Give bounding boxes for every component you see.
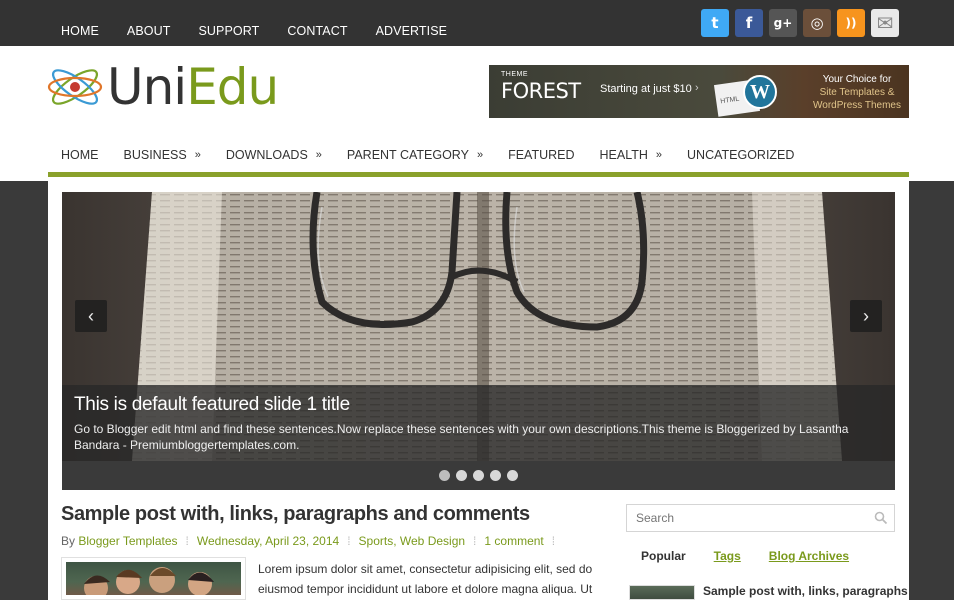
- topnav-contact[interactable]: CONTACT: [287, 24, 347, 38]
- post-thumbnail[interactable]: [61, 557, 246, 600]
- site-logo[interactable]: UniEdu: [47, 62, 279, 112]
- students-photo: [84, 567, 214, 595]
- mainnav-uncategorized[interactable]: UNCATEGORIZED: [687, 148, 794, 162]
- search-input[interactable]: [627, 505, 857, 531]
- tab-blog-archives[interactable]: Blog Archives: [769, 549, 849, 563]
- post-author-link[interactable]: Blogger Templates: [78, 534, 177, 548]
- banner-choice-line-3: WordPress Themes: [813, 100, 901, 111]
- banner-choice-text: Your Choice for Site Templates & WordPre…: [813, 73, 901, 112]
- instagram-icon[interactable]: ◎: [803, 9, 831, 37]
- mainnav-health[interactable]: HEALTH »: [600, 148, 663, 162]
- slide-caption: This is default featured slide 1 title G…: [62, 385, 895, 461]
- atom-icon: [47, 69, 103, 105]
- mainnav-label: DOWNLOADS: [225, 148, 308, 162]
- slider-pagination: [62, 461, 895, 490]
- mainnav-featured[interactable]: FEATURED: [508, 148, 574, 162]
- top-nav: HOME ABOUT SUPPORT CONTACT ADVERTISE: [61, 24, 475, 38]
- themeforest-banner[interactable]: THEME FOREST Starting at just $10 › HTML…: [489, 65, 909, 118]
- mainnav-label: HEALTH: [599, 148, 648, 162]
- chevron-right-icon: »: [655, 149, 663, 161]
- mainnav-label: PARENT CATEGORY: [346, 148, 469, 162]
- slide-title[interactable]: This is default featured slide 1 title: [74, 394, 350, 416]
- social-icons: t f g+ ◎ )) ✉: [701, 9, 899, 37]
- slider-dot[interactable]: [473, 470, 484, 481]
- banner-starting-text: Starting at just $10: [600, 83, 692, 95]
- mainnav-label: BUSINESS: [123, 148, 187, 162]
- popular-post-title[interactable]: Sample post with, links, paragraphs: [703, 584, 908, 598]
- mainnav-business[interactable]: BUSINESS »: [124, 148, 201, 162]
- meta-separator: ⁞: [185, 534, 189, 548]
- post-comments-link[interactable]: 1 comment: [484, 534, 543, 548]
- post-date-link[interactable]: Wednesday, April 23, 2014: [197, 534, 339, 548]
- site-header: UniEdu THEME FOREST Starting at just $10…: [0, 46, 954, 181]
- mainnav-downloads[interactable]: DOWNLOADS »: [226, 148, 322, 162]
- mainnav-home[interactable]: HOME: [61, 148, 99, 162]
- slider-dot[interactable]: [456, 470, 467, 481]
- topnav-advertise[interactable]: ADVERTISE: [376, 24, 448, 38]
- post-categories-link[interactable]: Sports, Web Design: [359, 534, 466, 548]
- logo-edu: Edu: [186, 58, 279, 116]
- rss-icon[interactable]: )): [837, 9, 865, 37]
- slider-dot[interactable]: [490, 470, 501, 481]
- mainnav-label: FEATURED: [508, 148, 575, 162]
- topnav-support[interactable]: SUPPORT: [198, 24, 259, 38]
- slider-next-button[interactable]: ›: [850, 300, 882, 332]
- banner-forest-label: FOREST: [501, 79, 581, 103]
- banner-theme-label: THEME: [501, 71, 528, 78]
- slider-prev-button[interactable]: ‹: [75, 300, 107, 332]
- popular-post-thumbnail[interactable]: [629, 585, 695, 600]
- search-icon[interactable]: [874, 511, 888, 525]
- post-title[interactable]: Sample post with, links, paragraphs and …: [61, 503, 530, 526]
- post-meta: By Blogger Templates ⁞ Wednesday, April …: [61, 534, 563, 548]
- mainnav-label: HOME: [61, 148, 99, 162]
- featured-slider: ‹ › This is default featured slide 1 tit…: [62, 192, 895, 490]
- facebook-icon[interactable]: f: [735, 9, 763, 37]
- top-bar: HOME ABOUT SUPPORT CONTACT ADVERTISE t f…: [0, 0, 954, 46]
- sidebar-tabs: Popular Tags Blog Archives: [641, 549, 877, 563]
- logo-uni: Uni: [107, 58, 187, 116]
- slide-description: Go to Blogger edit html and find these s…: [74, 422, 849, 452]
- chevron-right-icon: »: [194, 149, 201, 161]
- topnav-home[interactable]: HOME: [61, 24, 99, 38]
- meta-separator: ⁞: [473, 534, 477, 548]
- mainnav-label: UNCATEGORIZED: [687, 148, 795, 162]
- tab-popular[interactable]: Popular: [641, 549, 686, 563]
- meta-separator: ⁞: [347, 534, 351, 548]
- meta-separator: ⁞: [551, 534, 556, 548]
- slider-dot[interactable]: [507, 470, 518, 481]
- tab-tags[interactable]: Tags: [714, 549, 741, 563]
- twitter-icon[interactable]: t: [701, 9, 729, 37]
- main-nav: HOME BUSINESS » DOWNLOADS » PARENT CATEGOR…: [61, 148, 819, 162]
- mainnav-parent-category[interactable]: PARENT CATEGORY »: [347, 148, 483, 162]
- email-icon[interactable]: ✉: [871, 9, 899, 37]
- chevron-right-icon: »: [476, 149, 484, 161]
- search-box: [626, 504, 895, 532]
- wordpress-icon: W: [743, 75, 777, 109]
- topnav-about[interactable]: ABOUT: [127, 24, 171, 38]
- google-plus-icon[interactable]: g+: [769, 9, 797, 37]
- chevron-right-icon: »: [315, 149, 322, 161]
- banner-arrow-icon: ›: [695, 82, 699, 94]
- slider-dot[interactable]: [439, 470, 450, 481]
- banner-choice-line-1: Your Choice for: [822, 74, 892, 85]
- banner-choice-line-2: Site Templates &: [819, 87, 895, 98]
- post-by-label: By: [61, 534, 76, 548]
- post-excerpt: Lorem ipsum dolor sit amet, consectetur …: [258, 562, 593, 596]
- post-thumbnail-image: [66, 562, 241, 595]
